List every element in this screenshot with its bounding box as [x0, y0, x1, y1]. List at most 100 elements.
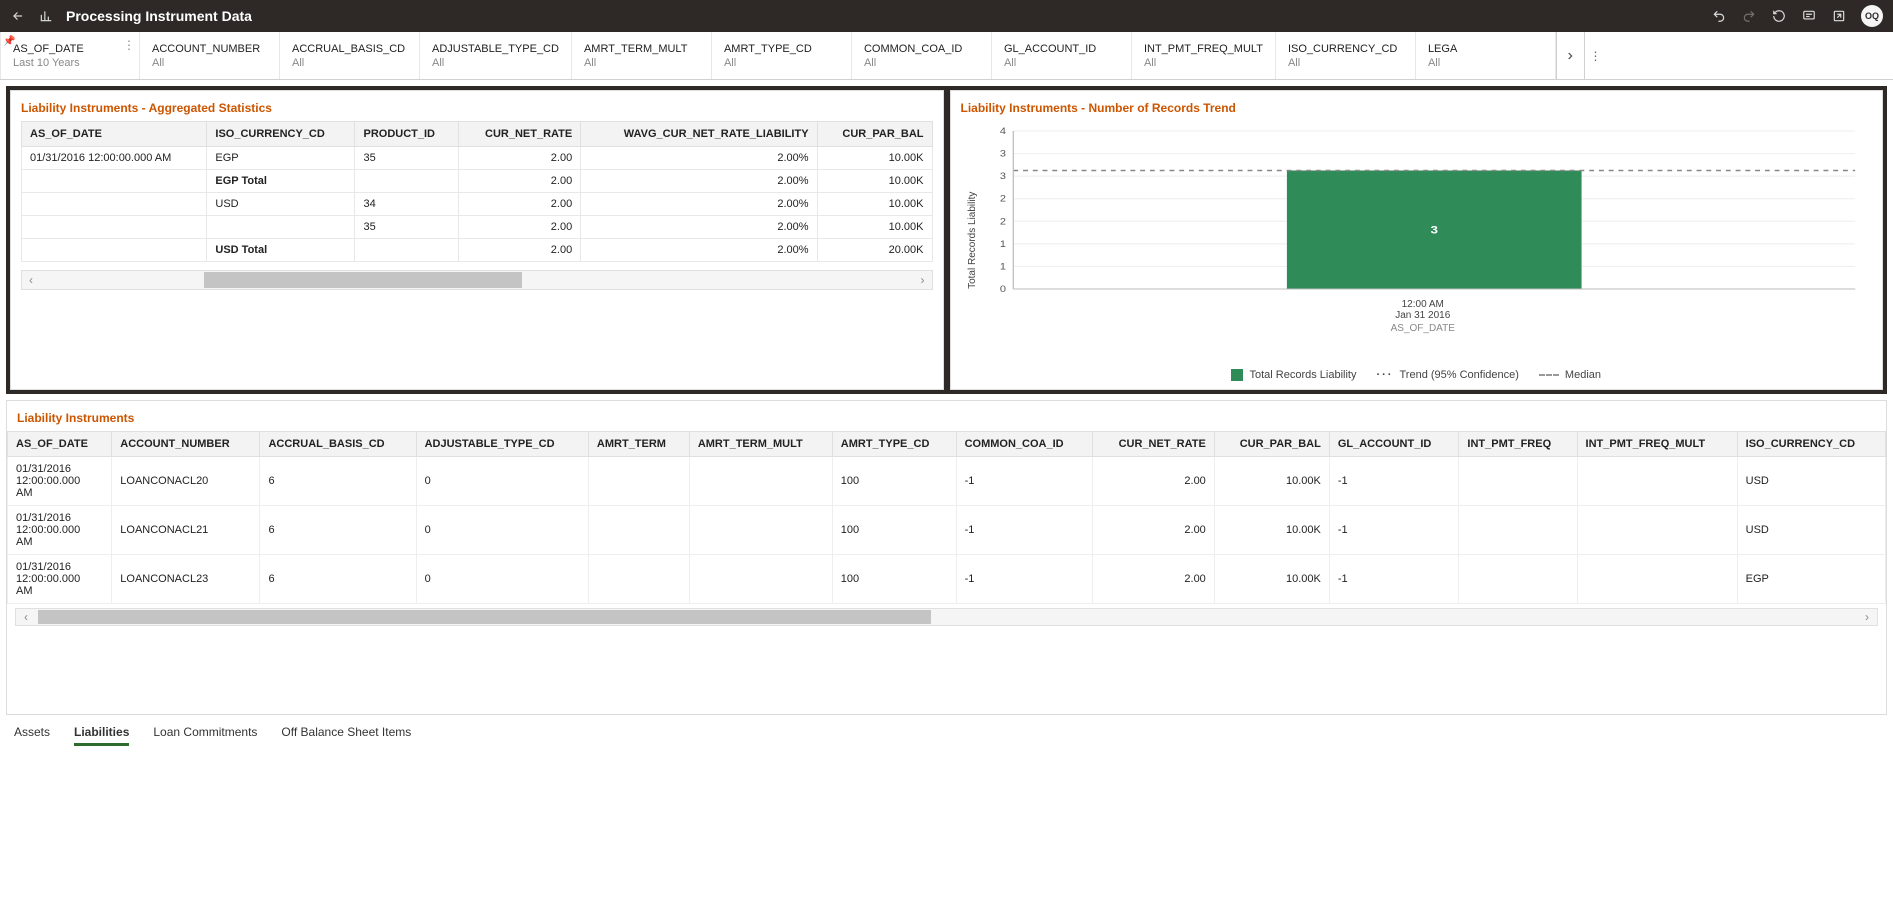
filter-pill-lega[interactable]: LEGAAll	[1416, 32, 1556, 79]
chart-plot[interactable]: 011223343 12:00 AM Jan 31 2016 AS_OF_DAT…	[984, 125, 1863, 359]
panel-records-trend: Liability Instruments - Number of Record…	[950, 90, 1884, 390]
legend-item-series[interactable]: Total Records Liability	[1231, 369, 1356, 381]
cell	[588, 555, 689, 604]
comments-icon[interactable]	[1801, 8, 1817, 24]
cell: EGP	[1737, 555, 1885, 604]
tab-assets[interactable]: Assets	[14, 725, 50, 746]
filter-name: ACCOUNT_NUMBER	[152, 43, 267, 55]
cell	[22, 193, 207, 216]
table-row[interactable]: EGP Total2.002.00%10.00K	[22, 170, 933, 193]
svg-text:3: 3	[999, 172, 1006, 182]
legend-item-trend[interactable]: ···Trend (95% Confidence)	[1376, 369, 1518, 381]
filter-name: LEGA	[1428, 43, 1543, 55]
cell	[1577, 457, 1737, 506]
legend-item-median[interactable]: Median	[1539, 369, 1601, 381]
filter-pill-as_of_date[interactable]: 📌AS_OF_DATELast 10 Years⋮	[0, 32, 140, 79]
svg-text:3: 3	[999, 149, 1006, 159]
cell: 100	[832, 555, 956, 604]
column-header[interactable]: ISO_CURRENCY_CD	[207, 122, 355, 147]
table-row[interactable]: 01/31/2016 12:00:00.000 AMEGP352.002.00%…	[22, 147, 933, 170]
table-row[interactable]: 352.002.00%10.00K	[22, 216, 933, 239]
undo-icon[interactable]	[1711, 8, 1727, 24]
column-header[interactable]: AS_OF_DATE	[8, 432, 112, 457]
svg-text:0: 0	[999, 285, 1006, 295]
app-topbar: Processing Instrument Data OQ	[0, 0, 1893, 32]
chart-config-icon[interactable]	[38, 8, 54, 24]
column-header[interactable]: CUR_NET_RATE	[1092, 432, 1214, 457]
column-header[interactable]: INT_PMT_FREQ_MULT	[1577, 432, 1737, 457]
panel-title: Liability Instruments - Number of Record…	[951, 91, 1883, 121]
cell: 01/31/201612:00:00.000AM	[8, 506, 112, 555]
filter-pill-accrual_basis_cd[interactable]: ACCRUAL_BASIS_CDAll	[280, 32, 420, 79]
column-header[interactable]: COMMON_COA_ID	[956, 432, 1092, 457]
export-icon[interactable]	[1831, 8, 1847, 24]
cell: EGP	[207, 147, 355, 170]
table-row[interactable]: 01/31/201612:00:00.000AMLOANCONACL216010…	[8, 506, 1886, 555]
table-row[interactable]: USD Total2.002.00%20.00K	[22, 239, 933, 262]
filter-value: All	[1004, 57, 1119, 69]
filter-menu-icon[interactable]: ⋮	[123, 38, 135, 52]
filters-scroll-right[interactable]	[1556, 32, 1584, 79]
column-header[interactable]: CUR_NET_RATE	[459, 122, 581, 147]
filter-value: All	[584, 57, 699, 69]
column-header[interactable]: GL_ACCOUNT_ID	[1329, 432, 1459, 457]
cell: 35	[355, 147, 459, 170]
cell	[207, 216, 355, 239]
table-row[interactable]: 01/31/201612:00:00.000AMLOANCONACL236010…	[8, 555, 1886, 604]
filter-pill-adjustable_type_cd[interactable]: ADJUSTABLE_TYPE_CDAll	[420, 32, 572, 79]
cell: 0	[416, 555, 588, 604]
cell: 10.00K	[1214, 506, 1329, 555]
cell: LOANCONACL21	[112, 506, 260, 555]
column-header[interactable]: AMRT_TERM_MULT	[689, 432, 832, 457]
cell: 0	[416, 506, 588, 555]
chart-x-axis-label: AS_OF_DATE	[984, 323, 1863, 334]
filter-name: AS_OF_DATE	[13, 43, 127, 55]
filter-value: All	[432, 57, 559, 69]
column-header[interactable]: ACCRUAL_BASIS_CD	[260, 432, 416, 457]
column-header[interactable]: WAVG_CUR_NET_RATE_LIABILITY	[581, 122, 817, 147]
back-icon[interactable]	[10, 8, 26, 24]
filter-pill-common_coa_id[interactable]: COMMON_COA_IDAll	[852, 32, 992, 79]
filter-pill-iso_currency_cd[interactable]: ISO_CURRENCY_CD All	[1276, 32, 1416, 79]
column-header[interactable]: AS_OF_DATE	[22, 122, 207, 147]
filter-pill-amrt_type_cd[interactable]: AMRT_TYPE_CDAll	[712, 32, 852, 79]
column-header[interactable]: AMRT_TYPE_CD	[832, 432, 956, 457]
tab-off-balance-sheet-items[interactable]: Off Balance Sheet Items	[281, 725, 411, 746]
filter-pill-int_pmt_freq_mult[interactable]: INT_PMT_FREQ_MULTAll	[1132, 32, 1276, 79]
filter-bar: 📌AS_OF_DATELast 10 Years⋮ACCOUNT_NUMBERA…	[0, 32, 1893, 80]
aggregated-table-hscroll[interactable]: ‹ ›	[21, 270, 933, 290]
workspace-tabs: Assets Liabilities Loan Commitments Off Bal…	[0, 715, 1893, 754]
cell	[689, 555, 832, 604]
filter-pill-amrt_term_mult[interactable]: AMRT_TERM_MULTAll	[572, 32, 712, 79]
table-row[interactable]: 01/31/201612:00:00.000AMLOANCONACL206010…	[8, 457, 1886, 506]
filter-pill-gl_account_id[interactable]: GL_ACCOUNT_ID All	[992, 32, 1132, 79]
redo-icon[interactable]	[1741, 8, 1757, 24]
table-row[interactable]: USD342.002.00%10.00K	[22, 193, 933, 216]
filter-name: ISO_CURRENCY_CD	[1288, 43, 1403, 55]
tab-loan-commitments[interactable]: Loan Commitments	[153, 725, 257, 746]
column-header[interactable]: CUR_PAR_BAL	[817, 122, 932, 147]
column-header[interactable]: ADJUSTABLE_TYPE_CD	[416, 432, 588, 457]
avatar[interactable]: OQ	[1861, 5, 1883, 27]
filters-overflow-menu[interactable]: ⋮	[1584, 32, 1606, 79]
cell: 01/31/201612:00:00.000AM	[8, 457, 112, 506]
column-header[interactable]: AMRT_TERM	[588, 432, 689, 457]
refresh-icon[interactable]	[1771, 8, 1787, 24]
cell: LOANCONACL23	[112, 555, 260, 604]
detail-table-hscroll[interactable]: ‹ ›	[15, 608, 1878, 626]
column-header[interactable]: INT_PMT_FREQ	[1459, 432, 1577, 457]
filter-pill-account_number[interactable]: ACCOUNT_NUMBERAll	[140, 32, 280, 79]
aggregated-table: AS_OF_DATEISO_CURRENCY_CDPRODUCT_IDCUR_N…	[21, 121, 933, 262]
tab-liabilities[interactable]: Liabilities	[74, 725, 129, 746]
column-header[interactable]: CUR_PAR_BAL	[1214, 432, 1329, 457]
cell: 10.00K	[817, 147, 932, 170]
chart-x-tick-date: Jan 31 2016	[984, 310, 1863, 321]
cell: 2.00	[459, 147, 581, 170]
cell: USD Total	[207, 239, 355, 262]
column-header[interactable]: PRODUCT_ID	[355, 122, 459, 147]
filter-value: All	[1288, 57, 1403, 69]
filter-name: GL_ACCOUNT_ID	[1004, 43, 1119, 55]
cell: 10.00K	[817, 216, 932, 239]
column-header[interactable]: ACCOUNT_NUMBER	[112, 432, 260, 457]
column-header[interactable]: ISO_CURRENCY_CD	[1737, 432, 1885, 457]
